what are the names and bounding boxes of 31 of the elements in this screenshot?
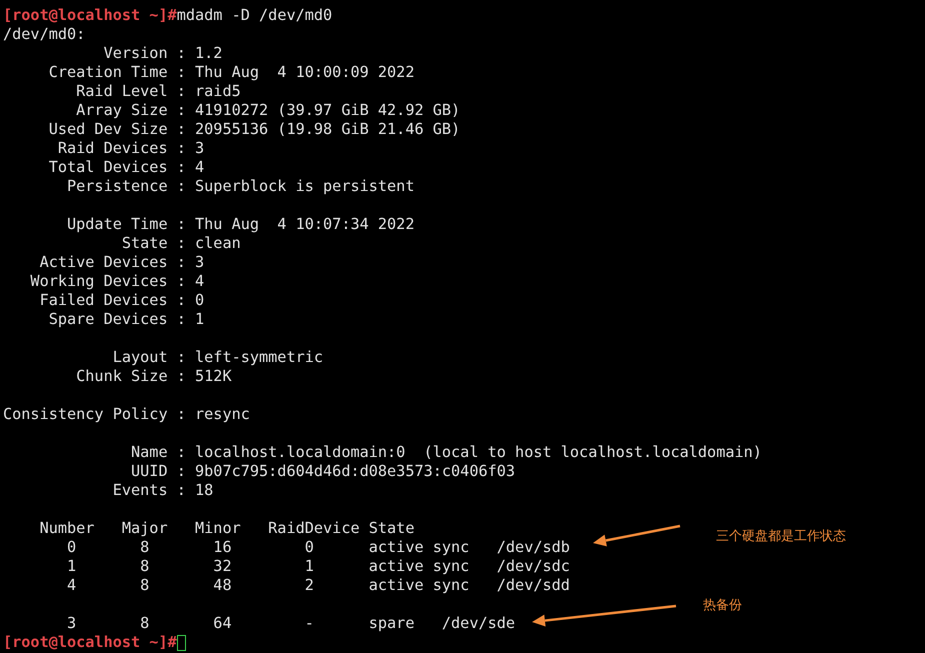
terminal-line: Number Major Minor RaidDevice State	[38, 519, 414, 538]
terminal-line: Spare Devices : 1	[48, 310, 204, 329]
terminal-line: State : clean	[120, 234, 241, 253]
terminal-line: Creation Time : Thu Aug 4 10:00:09 2022	[48, 63, 414, 82]
terminal-line: Working Devices : 4	[29, 272, 204, 291]
terminal-line: Raid Level : raid5	[75, 82, 241, 101]
terminal-line: Persistence : Superblock is persistent	[66, 177, 414, 196]
terminal-line: Version : 1.2	[102, 44, 222, 63]
terminal-line: 0 8 16 0 active sync /dev/sdb	[66, 538, 570, 557]
terminal-line: Chunk Size : 512K	[75, 367, 232, 386]
terminal-line: Layout : left-symmetric	[112, 348, 324, 367]
terminal-line: Total Devices : 4	[48, 158, 204, 177]
terminal-line: 1 8 32 1 active sync /dev/sdc	[66, 557, 570, 576]
terminal-line: Raid Devices : 3	[56, 139, 204, 158]
annotation-text: 三个硬盘都是工作状态	[716, 528, 846, 545]
shell-prompt: [root@localhost ~]#	[3, 633, 177, 652]
terminal-line: Used Dev Size : 20955136 (19.98 GiB 21.46 GB)	[48, 120, 460, 139]
command-text: mdadm -D /dev/md0	[176, 6, 332, 25]
terminal-line: 3 8 64 - spare /dev/sde	[66, 614, 516, 633]
terminal-line: Active Devices : 3	[38, 253, 204, 272]
annotation-text: 热备份	[703, 597, 742, 614]
terminal-line: Update Time : Thu Aug 4 10:07:34 2022	[66, 215, 414, 234]
shell-prompt: [root@localhost ~]#	[3, 6, 177, 25]
terminal-line: Name : localhost.localdomain:0 (local to host localhost.localdomain)	[130, 443, 762, 462]
terminal-line: /dev/md0:	[3, 25, 86, 44]
terminal-line: Failed Devices : 0	[38, 291, 204, 310]
terminal-line: UUID : 9b07c795:d604d46d:d08e3573:c0406f03	[130, 462, 516, 481]
terminal-line: Array Size : 41910272 (39.97 GiB 42.92 GB)	[75, 101, 460, 120]
terminal-line: 4 8 48 2 active sync /dev/sdd	[66, 576, 570, 595]
terminal-line: Consistency Policy : resync	[3, 405, 250, 424]
terminal-line: Events : 18	[112, 481, 214, 500]
